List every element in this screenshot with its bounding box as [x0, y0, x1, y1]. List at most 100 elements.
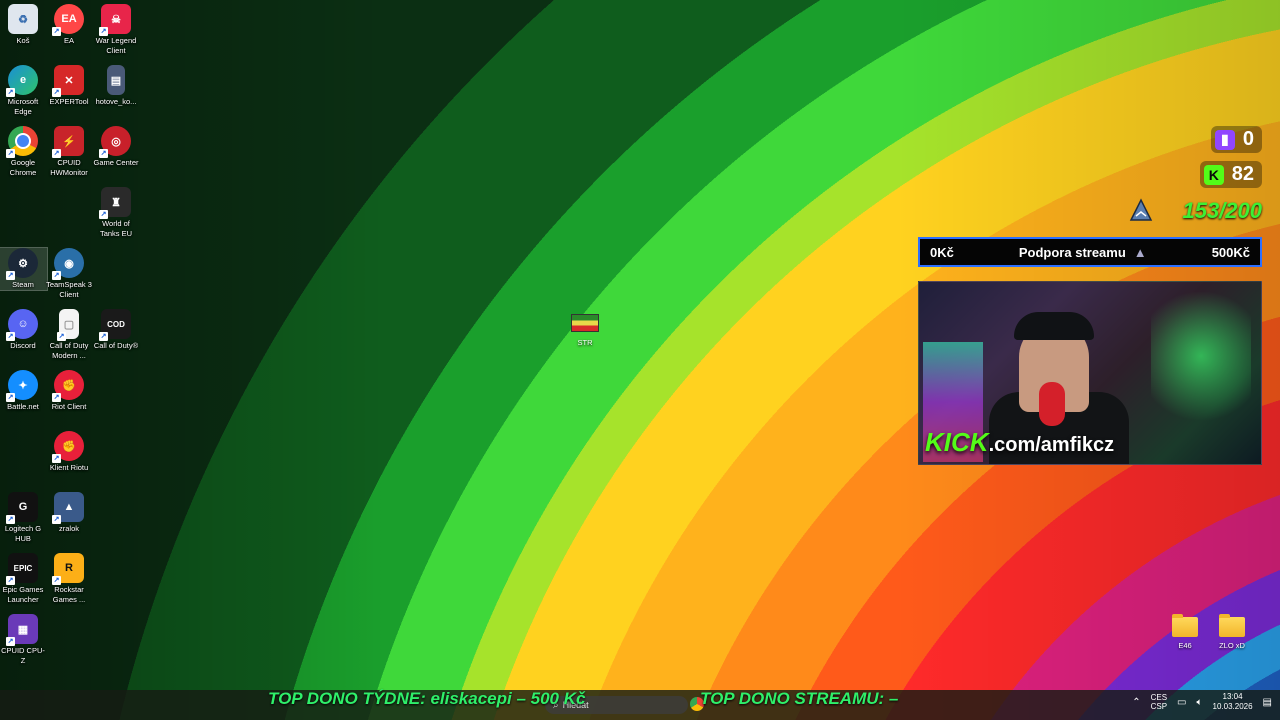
- desktop-icon-game-center[interactable]: ◎ ↗ Game Center: [92, 126, 140, 168]
- donation-target: 500Kč: [1211, 244, 1250, 260]
- desktop-icon-steam[interactable]: ⚙ ↗ Steam: [0, 247, 48, 291]
- battlenet-icon: ✦ ↗: [6, 370, 38, 402]
- shortcut-arrow-icon: ↗: [52, 88, 61, 97]
- desktop-icon-chrome[interactable]: ↗ Google Chrome: [0, 126, 47, 178]
- icon-label: World of Tanks EU: [99, 219, 133, 238]
- cpuz-icon: ▦ ↗: [6, 614, 38, 646]
- cod-glyph: COD: [107, 319, 125, 329]
- steam-glyph: ⚙: [18, 257, 28, 270]
- folder-e46[interactable]: E46: [1160, 614, 1210, 650]
- twitch-count-row: ▮ 0: [1200, 126, 1262, 153]
- desktop-icon-edge[interactable]: e ↗ Microsoft Edge: [0, 65, 47, 117]
- kick-url-banner: KICK .com/amfikcz: [925, 427, 1114, 458]
- icon-label: Logitech G HUB: [4, 524, 42, 543]
- war-legend-glyph: ☠: [111, 13, 121, 26]
- desktop-icon-expertool[interactable]: ✕ ↗ EXPERTool: [45, 65, 93, 107]
- icon-label: Google Chrome: [9, 158, 37, 177]
- folder-label: E46: [1178, 641, 1192, 650]
- folder-label: ZLO xD: [1219, 641, 1245, 650]
- desktop-icon-str[interactable]: STR: [565, 314, 605, 347]
- desktop-icon-wot[interactable]: ♜ ↗ World of Tanks EU: [92, 187, 140, 239]
- riot-glyph: ✊: [62, 440, 76, 453]
- volume-icon[interactable]: 🔈︎: [1197, 697, 1203, 708]
- goal-progress-text: 153/200: [1182, 198, 1262, 223]
- hwmonitor-icon: ⚡ ↗: [52, 126, 84, 158]
- desktop-icon-cpuz[interactable]: ▦ ↗ CPUID CPU-Z: [0, 614, 47, 666]
- system-tray: ⌃ CES CSP ▭ 🔈︎ 13:04 10.03.2026 ▤: [1132, 692, 1272, 712]
- shortcut-arrow-icon: ↗: [52, 27, 61, 36]
- icon-label: CPUID HWMonitor: [50, 158, 88, 177]
- shark-icon: ▲: [1133, 244, 1147, 260]
- blank-file-icon: ▢ ↗: [57, 309, 79, 341]
- clock-date: 10.03.2026: [1212, 702, 1253, 711]
- icon-label: EA: [63, 36, 74, 45]
- steam-icon: ⚙ ↗: [6, 248, 38, 280]
- notification-icon[interactable]: ▤: [1263, 697, 1272, 708]
- language-indicator[interactable]: CES CSP: [1151, 693, 1167, 711]
- desktop-icon-cod[interactable]: COD ↗ Call of Duty®: [92, 309, 140, 351]
- icon-label: Riot Client: [51, 402, 87, 411]
- neon-sign: [1151, 292, 1251, 452]
- icon-label: EXPERTool: [49, 97, 89, 106]
- shortcut-arrow-icon: ↗: [6, 149, 15, 158]
- twitch-badge: ▮ 0: [1210, 126, 1262, 153]
- shortcut-arrow-icon: ↗: [6, 88, 15, 97]
- streamer-cap: [1014, 312, 1094, 340]
- shortcut-arrow-icon: ↗: [52, 576, 61, 585]
- teamspeak-glyph: ◉: [64, 257, 74, 270]
- clock[interactable]: 13:04 10.03.2026: [1213, 692, 1253, 712]
- rockstar-icon: R ↗: [52, 553, 84, 585]
- riot-glyph: ✊: [62, 379, 76, 392]
- desktop-icon-cod-modern[interactable]: ▢ ↗ Call of Duty Modern ...: [45, 309, 93, 361]
- desktop-icon-logitech[interactable]: G ↗ Logitech G HUB: [0, 492, 47, 544]
- tank-icon: ♜ ↗: [99, 187, 131, 219]
- kick-logo-text: KICK: [925, 427, 989, 457]
- call-of-duty-icon: COD ↗: [99, 309, 131, 341]
- donation-goal-bar: 0Kč Podpora streamu ▲ 500Kč: [918, 237, 1262, 267]
- expertool-icon: ✕ ↗: [52, 65, 84, 97]
- kick-count: 82: [1231, 163, 1254, 185]
- chevron-up-icon[interactable]: ⌃: [1132, 697, 1140, 708]
- riot-icon: ✊ ↗: [52, 370, 84, 402]
- skull-icon: ☠ ↗: [99, 4, 131, 36]
- shortcut-arrow-icon: ↗: [99, 332, 108, 341]
- desktop-icon-klient-riotu[interactable]: ✊ ↗ Klient Riotu: [45, 431, 93, 473]
- desktop-icon-zralok[interactable]: ▲ ↗ zralok: [45, 492, 93, 534]
- icon-label: TeamSpeak 3 Client: [46, 280, 92, 299]
- icon-label: Rockstar Games ...: [52, 585, 86, 604]
- desktop-icon-battlenet[interactable]: ✦ ↗ Battle.net: [0, 370, 47, 412]
- shortcut-arrow-icon: ↗: [99, 149, 108, 158]
- folder-zlo-xd[interactable]: ZLO xD: [1207, 614, 1257, 650]
- icon-label: zralok: [58, 524, 79, 533]
- desktop-icon-rockstar[interactable]: R ↗ Rockstar Games ...: [45, 553, 93, 605]
- ea-icon: EA ↗: [52, 4, 84, 36]
- hwmonitor-glyph: ⚡: [62, 135, 76, 148]
- shortcut-arrow-icon: ↗: [57, 332, 66, 341]
- teamspeak-icon: ◉ ↗: [52, 248, 84, 280]
- logitech-icon: G ↗: [6, 492, 38, 524]
- desktop-icon-discord[interactable]: ☺ ↗ Discord: [0, 309, 47, 351]
- epic-games-icon: EPIC ↗: [6, 553, 38, 585]
- shortcut-arrow-icon: ↗: [6, 271, 15, 280]
- desktop-icon-hotove[interactable]: ▤ hotove_ko...: [92, 65, 140, 107]
- cpuz-glyph: ▦: [17, 623, 29, 636]
- desktop-icon-teamspeak[interactable]: ◉ ↗ TeamSpeak 3 Client: [45, 248, 93, 300]
- game-center-icon: ◎ ↗: [99, 126, 131, 158]
- icon-label: Battle.net: [7, 402, 39, 411]
- kick-icon: K: [1203, 164, 1224, 185]
- desktop-icon-ea[interactable]: EA ↗ EA: [45, 4, 93, 46]
- donation-title: Podpora streamu: [1018, 244, 1126, 260]
- shortcut-arrow-icon: ↗: [99, 210, 108, 219]
- icon-label: Steam: [12, 280, 34, 289]
- desktop-icon-epic[interactable]: EPIC ↗ Epic Games Launcher: [0, 553, 47, 605]
- edge-glyph: e: [19, 74, 27, 86]
- desktop-icon-war-legend[interactable]: ☠ ↗ War Legend Client: [92, 4, 140, 56]
- desktop-icon-riot-client[interactable]: ✊ ↗ Riot Client: [45, 370, 93, 412]
- recycle-bin-icon: ♻: [8, 4, 38, 34]
- desktop-icon-kos[interactable]: ♻ Koš: [0, 4, 47, 46]
- logitech-glyph: G: [18, 501, 28, 513]
- rockstar-glyph: R: [65, 562, 73, 574]
- desktop-icon-hwmonitor[interactable]: ⚡ ↗ CPUID HWMonitor: [45, 126, 93, 178]
- network-icon[interactable]: ▭: [1177, 697, 1186, 708]
- shortcut-arrow-icon: ↗: [52, 271, 61, 280]
